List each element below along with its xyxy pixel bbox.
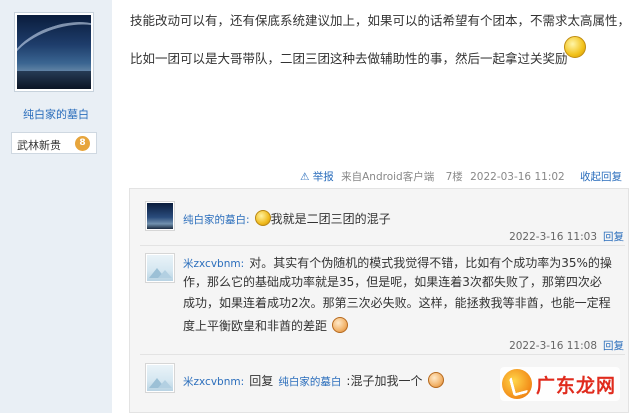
watermark-text: 广东龙网 — [536, 375, 617, 397]
mountain-avatar-icon — [147, 365, 173, 391]
divider — [140, 245, 625, 246]
user-sidebar: 纯白家的墓白 武林新贵 8 — [0, 0, 112, 413]
shy-emoji-icon — [332, 317, 349, 333]
post-meta: ⚠ 举报 来自Android客户端 7楼 2022-03-16 11:02 — [300, 169, 565, 184]
floor-number: 7楼 — [445, 171, 463, 183]
post-timestamp: 2022-03-16 11:02 — [470, 171, 565, 183]
collapse-replies-button[interactable]: 收起回复 — [580, 169, 622, 184]
report-label: 举报 — [312, 171, 334, 183]
reply-text-line: 度上平衡欧皇和非酋的差距 — [183, 319, 328, 333]
reply-button[interactable]: 回复 — [603, 340, 624, 352]
divider — [140, 354, 625, 355]
shy-emoji-icon — [427, 372, 444, 388]
reply-meta: 2022-3-16 11:08 回复 — [509, 338, 624, 353]
reply-text-line: 成功，如果连着成功2次。那第三次必失败。这样，能拯救我等非酋，也能一定程 — [183, 296, 611, 310]
reply-timestamp: 2022-3-16 11:03 — [509, 231, 597, 243]
watermark-logo-icon — [502, 369, 532, 399]
reply-text: 我就是二团三团的混子 — [270, 212, 391, 226]
starry-sky-avatar-icon — [147, 203, 173, 229]
list-item: 米zxcvbnm: 回复 纯白家的墓白 :混子加我一个 — [183, 370, 444, 389]
post-content-line: 比如一团可以是大哥带队，二团三团这种去做辅助性的事，然后一起拿过关奖励 — [130, 51, 568, 66]
reply-username[interactable]: 米zxcvbnm: — [183, 258, 244, 270]
smiley-emoji-icon — [254, 210, 271, 226]
reply-username[interactable]: 纯白家的墓白: — [183, 214, 250, 226]
post-content-line: 技能改动可以有，还有保底系统建议加上，如果可以的话希望有个团本，不需求太高属性， — [130, 13, 631, 28]
rank-label: 武林新贵 — [17, 139, 61, 152]
post-source: 来自Android客户端 — [341, 171, 435, 183]
reply-text-line: 对。其实有个伪随机的模式我觉得不错，比如有个成功率为35%的操 — [249, 256, 612, 270]
reply-avatar[interactable] — [145, 363, 175, 393]
mountain-avatar-icon — [147, 255, 173, 281]
rank-box[interactable]: 武林新贵 8 — [11, 132, 97, 154]
rank-level-badge: 8 — [75, 136, 90, 151]
reply-meta: 2022-3-16 11:03 回复 — [509, 229, 624, 244]
list-item: 纯白家的墓白: 我就是二团三团的混子 — [183, 208, 391, 227]
reply-avatar[interactable] — [145, 201, 175, 231]
reply-prefix: 回复 — [249, 374, 274, 388]
reply-text-line: 作，那么它的基础成功率就是35，但是呢，如果连着3次都失败了，那第四次必 — [183, 275, 602, 289]
reply-avatar[interactable] — [145, 253, 175, 283]
starry-sky-avatar-icon — [17, 15, 91, 89]
avatar[interactable] — [14, 12, 94, 92]
username-link[interactable]: 纯白家的墓白 — [0, 106, 112, 122]
reply-target-link[interactable]: 纯白家的墓白 — [278, 376, 341, 388]
reply-text: :混子加我一个 — [346, 374, 423, 388]
reply-username[interactable]: 米zxcvbnm: — [183, 376, 244, 388]
report-link[interactable]: ⚠ 举报 — [300, 171, 334, 183]
smiley-emoji-icon — [564, 36, 586, 58]
reply-timestamp: 2022-3-16 11:08 — [509, 340, 597, 352]
list-item: 度上平衡欧皇和非酋的差距 — [183, 315, 349, 334]
reply-button[interactable]: 回复 — [603, 231, 624, 243]
list-item: 米zxcvbnm: 对。其实有个伪随机的模式我觉得不错，比如有个成功率为35%的… — [183, 252, 612, 271]
site-watermark: 广东龙网 — [500, 367, 620, 401]
